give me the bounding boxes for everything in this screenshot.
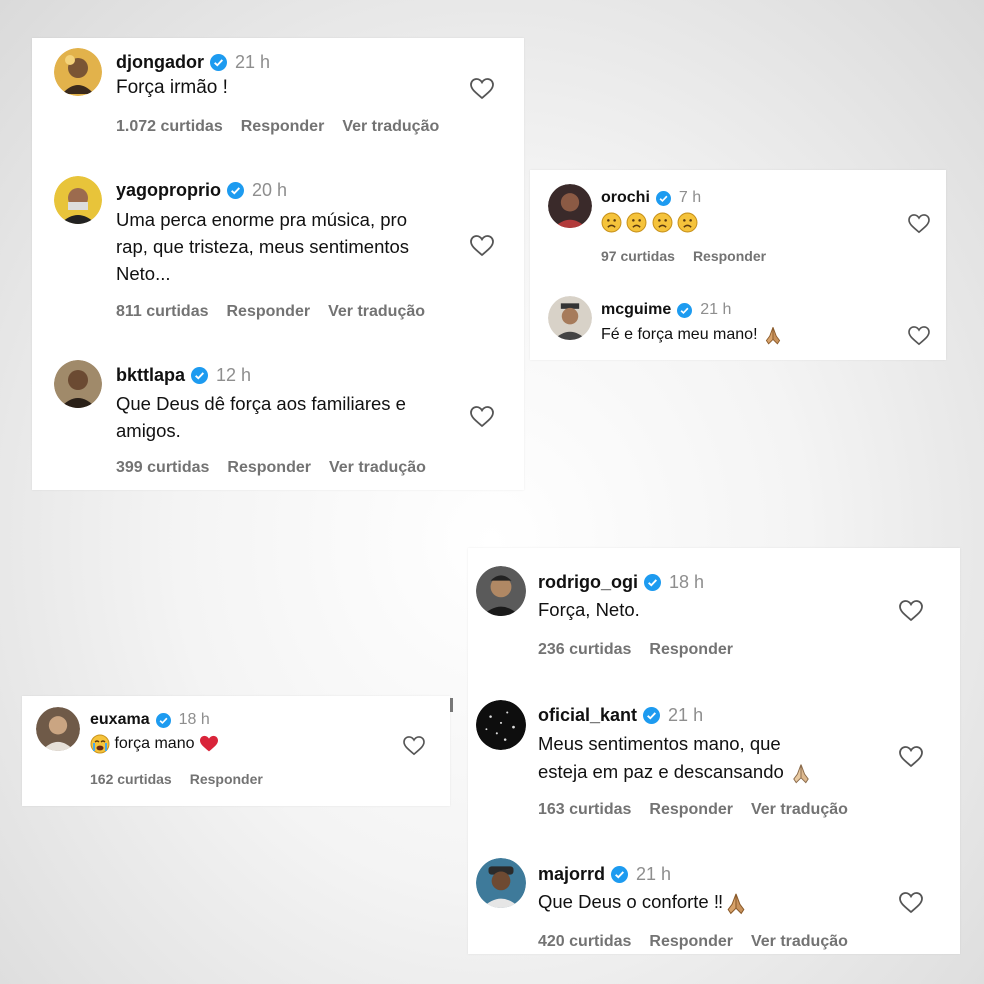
comment-text-line: Neto...	[116, 263, 171, 284]
translate-button[interactable]: Ver tradução	[751, 801, 848, 818]
translate-button[interactable]: Ver tradução	[328, 303, 425, 320]
comments-card-left-top: djongador 21 h Força irmão ! 1.072 curti…	[32, 38, 524, 490]
timestamp: 21 h	[235, 51, 271, 72]
username[interactable]: euxama	[90, 711, 150, 729]
username[interactable]: yagoproprio	[116, 180, 221, 201]
comment-text-row: Fé e força meu mano!	[601, 324, 784, 346]
verified-badge-icon	[227, 181, 245, 199]
timestamp: 18 h	[669, 571, 705, 592]
sad-face-icon	[652, 212, 673, 233]
comment-text-row: força mano	[90, 734, 219, 754]
verified-badge-icon	[677, 302, 693, 318]
comment-text: Meus sentimentos mano, que esteja em paz…	[538, 730, 813, 786]
reply-button[interactable]: Responder	[227, 303, 311, 320]
verified-badge-icon	[611, 865, 629, 883]
timestamp: 20 h	[252, 179, 288, 200]
comment-text-line: Que Deus dê força aos familiares e	[116, 393, 406, 414]
verified-badge-icon	[643, 706, 661, 724]
comments-card-right-top: orochi 7 h 97 curtidas Responder mcguime …	[530, 170, 946, 360]
praying-hands-icon	[723, 890, 749, 916]
like-heart-icon[interactable]	[899, 746, 923, 768]
reply-button[interactable]: Responder	[190, 771, 263, 787]
comment-text: Força, Neto.	[538, 599, 640, 620]
verified-badge-icon	[155, 712, 171, 728]
avatar[interactable]	[36, 707, 80, 751]
comment-text: Força irmão !	[116, 77, 228, 98]
comment-text: Que Deus dê força aos familiares e amigo…	[116, 390, 406, 444]
verified-badge-icon	[655, 190, 671, 206]
avatar[interactable]	[54, 360, 102, 408]
likes-count[interactable]: 163 curtidas	[538, 801, 631, 818]
username[interactable]: djongador	[116, 52, 204, 73]
avatar[interactable]	[54, 176, 102, 224]
likes-count[interactable]: 1.072 curtidas	[116, 118, 223, 135]
comments-card-right-bottom: rodrigo_ogi 18 h Força, Neto. 236 curtid…	[468, 548, 960, 954]
sad-face-icon	[626, 212, 647, 233]
like-heart-icon[interactable]	[899, 892, 923, 914]
username[interactable]: mcguime	[601, 301, 671, 319]
comment-text: força mano	[114, 735, 195, 753]
reply-button[interactable]: Responder	[649, 933, 733, 950]
scroll-indicator	[450, 698, 453, 712]
username[interactable]: majorrd	[538, 864, 605, 885]
red-heart-icon	[199, 735, 219, 753]
praying-hands-icon	[762, 324, 784, 346]
like-heart-icon[interactable]	[908, 326, 930, 346]
timestamp: 21 h	[668, 704, 704, 725]
comment-text-line: esteja em paz e descansando	[538, 761, 784, 782]
like-heart-icon[interactable]	[899, 600, 923, 622]
likes-count[interactable]: 162 curtidas	[90, 771, 172, 787]
sad-face-icon	[677, 212, 698, 233]
sad-face-icon	[601, 212, 622, 233]
comment-text: Fé e força meu mano!	[601, 326, 758, 344]
avatar[interactable]	[476, 700, 526, 750]
reply-button[interactable]: Responder	[649, 801, 733, 818]
verified-badge-icon	[644, 573, 661, 591]
praying-hands-icon	[789, 761, 813, 785]
reply-button[interactable]: Responder	[241, 118, 325, 135]
translate-button[interactable]: Ver tradução	[751, 933, 848, 950]
username[interactable]: orochi	[601, 189, 650, 207]
comments-card-left-bottom: euxama 18 h força mano 162 curtidas Respo…	[22, 696, 450, 806]
comment-text-line: amigos.	[116, 420, 181, 441]
comment-text: Que Deus o conforte ‼	[538, 890, 724, 912]
avatar[interactable]	[476, 566, 526, 616]
comment-text-row: Que Deus o conforte ‼	[538, 890, 749, 916]
comment-text-line: rap, que tristeza, meus sentimentos	[116, 236, 410, 257]
comment-text	[601, 212, 698, 234]
comment-text: Uma perca enorme pra música, pro rap, qu…	[116, 206, 409, 287]
avatar[interactable]	[476, 858, 526, 908]
username[interactable]: bkttlapa	[116, 365, 185, 386]
likes-count[interactable]: 236 curtidas	[538, 641, 631, 658]
like-heart-icon[interactable]	[470, 235, 494, 257]
timestamp: 7 h	[678, 189, 702, 206]
likes-count[interactable]: 399 curtidas	[116, 459, 209, 476]
avatar[interactable]	[54, 48, 102, 96]
crying-face-icon	[90, 734, 110, 754]
translate-button[interactable]: Ver tradução	[329, 459, 426, 476]
likes-count[interactable]: 97 curtidas	[601, 248, 675, 264]
comment-text-line: Uma perca enorme pra música, pro	[116, 209, 407, 230]
timestamp: 12 h	[216, 364, 252, 385]
verified-badge-icon	[191, 366, 209, 384]
username[interactable]: rodrigo_ogi	[538, 572, 638, 593]
likes-count[interactable]: 420 curtidas	[538, 933, 631, 950]
username[interactable]: oficial_kant	[538, 705, 637, 726]
like-heart-icon[interactable]	[470, 406, 494, 428]
timestamp: 18 h	[178, 711, 210, 728]
avatar[interactable]	[548, 184, 592, 228]
like-heart-icon[interactable]	[470, 78, 494, 100]
verified-badge-icon	[210, 53, 227, 71]
like-heart-icon[interactable]	[403, 736, 425, 756]
reply-button[interactable]: Responder	[693, 248, 766, 264]
translate-button[interactable]: Ver tradução	[342, 118, 439, 135]
timestamp: 21 h	[636, 863, 672, 884]
comment-text-line: Meus sentimentos mano, que	[538, 733, 781, 754]
likes-count[interactable]: 811 curtidas	[116, 303, 209, 320]
reply-button[interactable]: Responder	[227, 459, 311, 476]
avatar[interactable]	[548, 296, 592, 340]
like-heart-icon[interactable]	[908, 214, 930, 234]
timestamp: 21 h	[700, 301, 732, 318]
reply-button[interactable]: Responder	[649, 641, 733, 658]
